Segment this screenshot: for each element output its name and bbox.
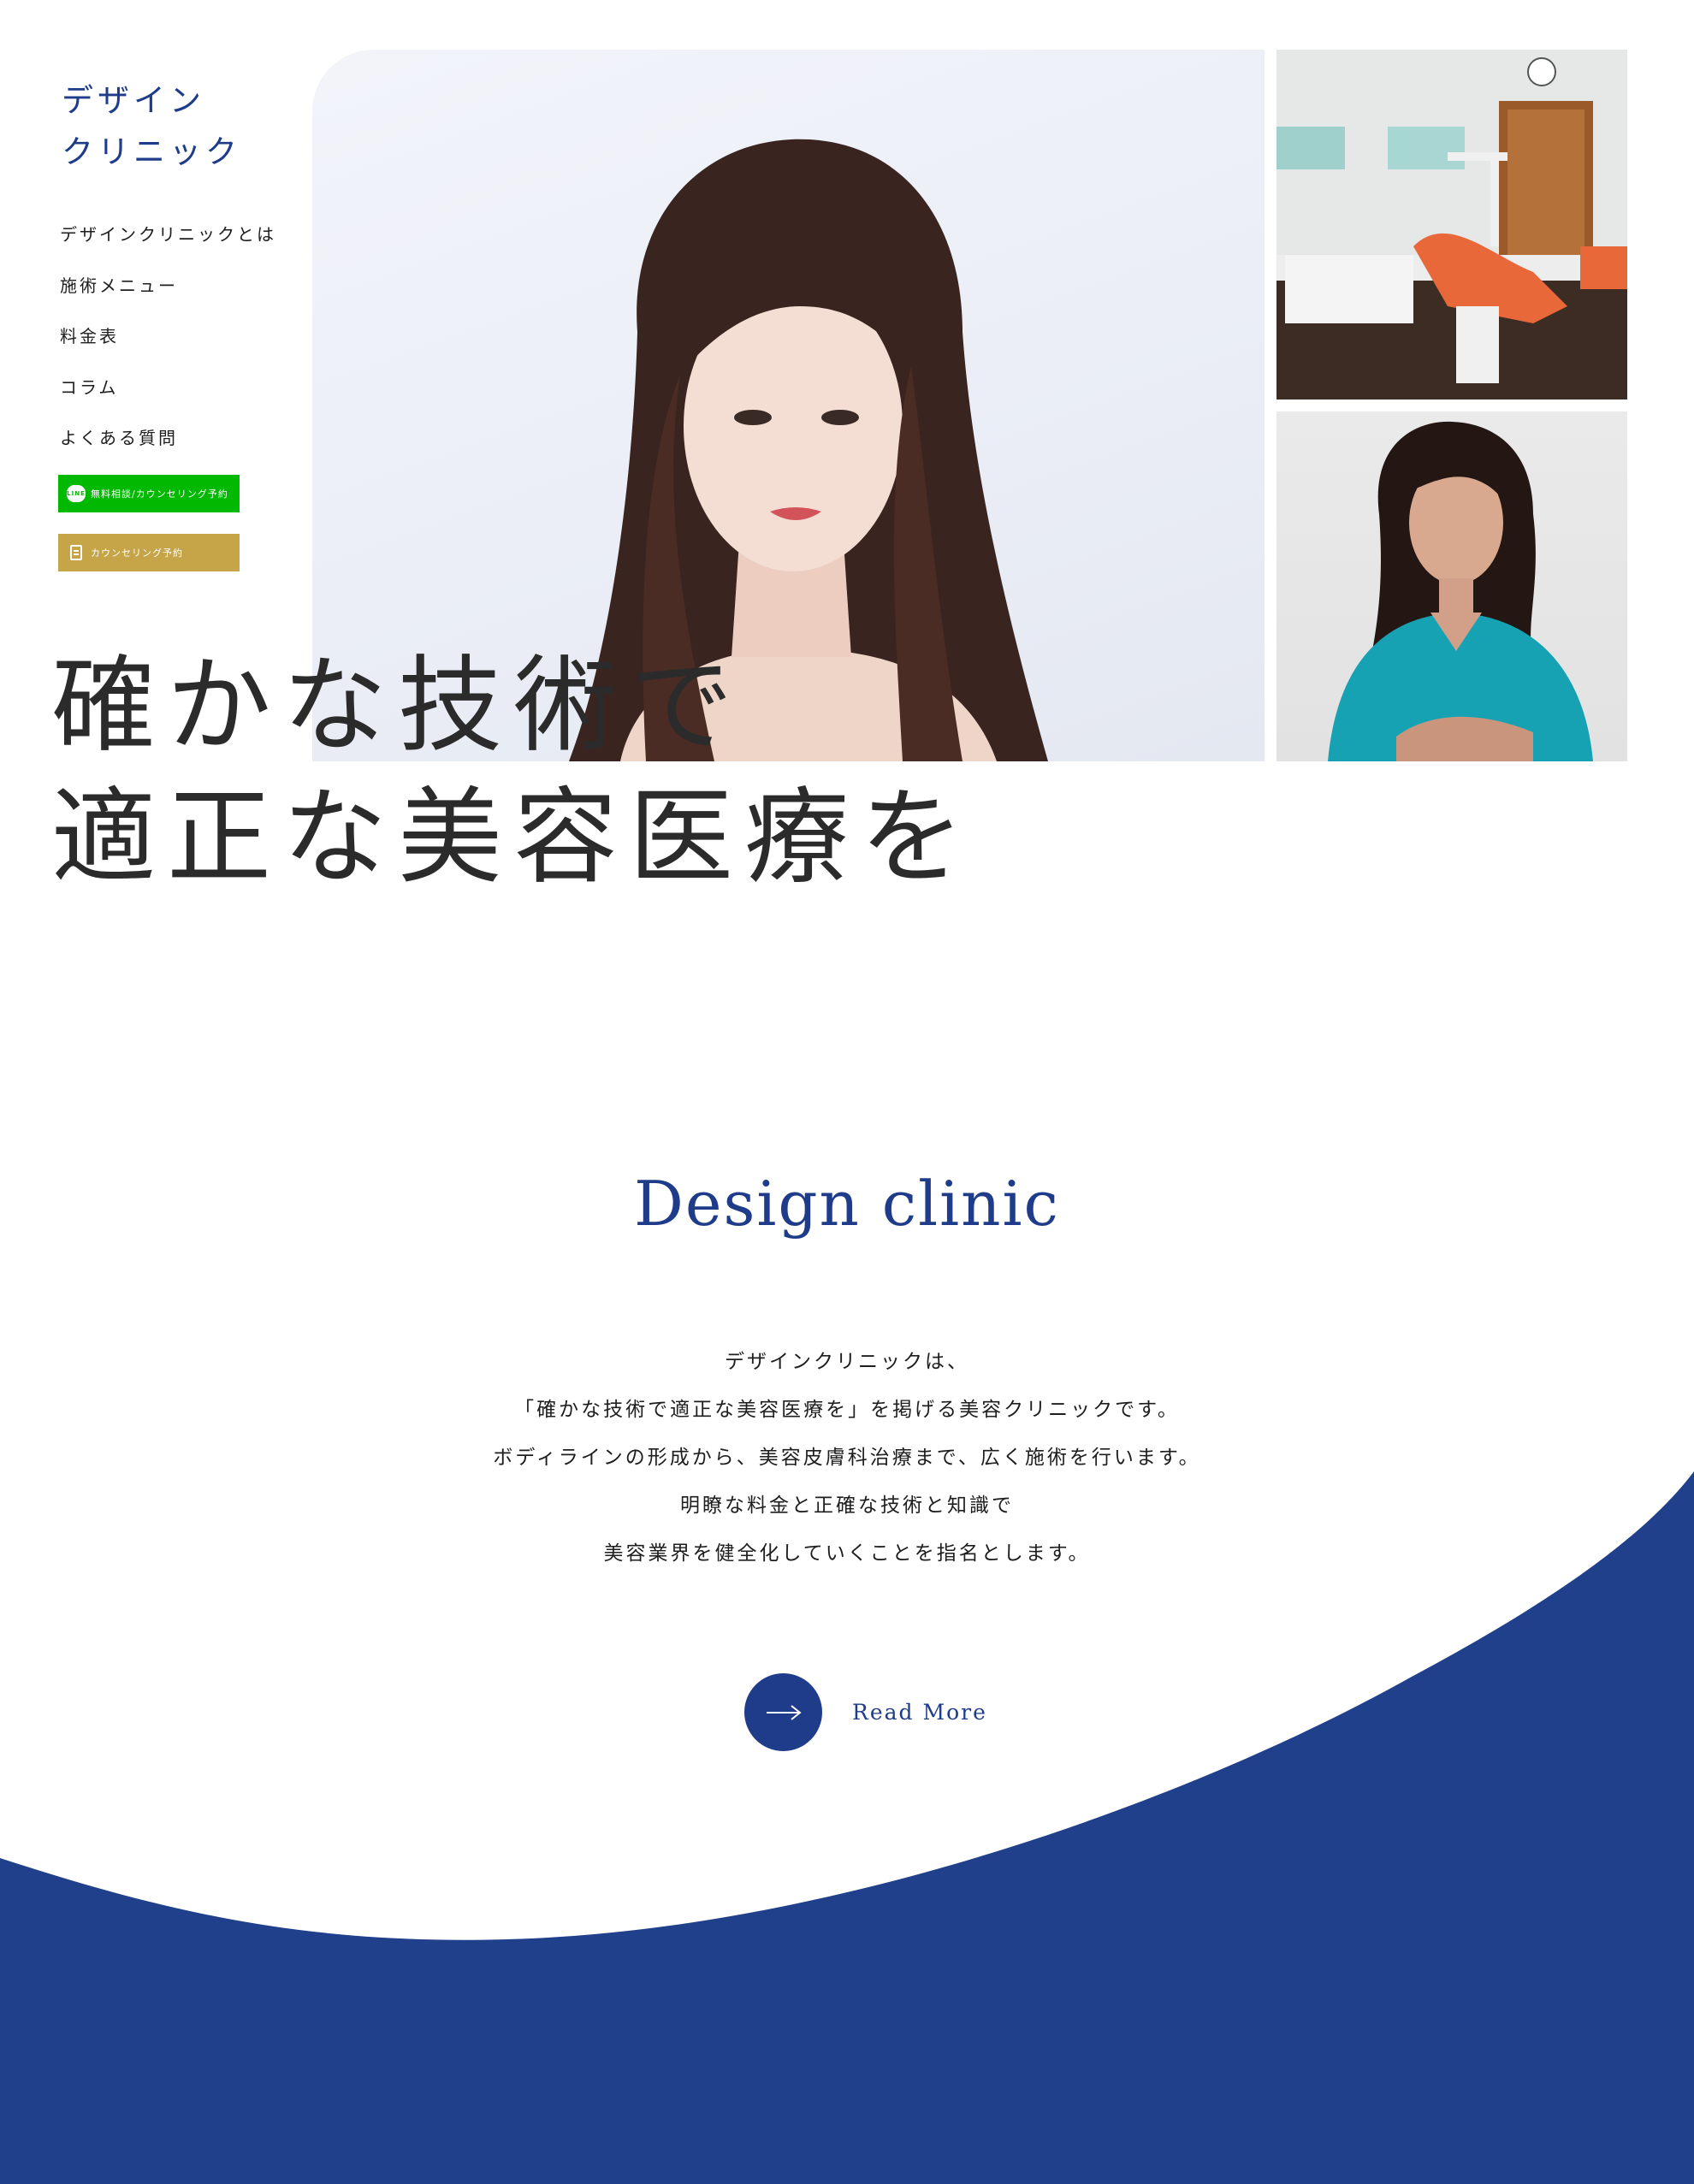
arrow-right-icon [766, 1704, 802, 1720]
counseling-reserve-button[interactable]: カウンセリング予約 [58, 534, 240, 571]
intro-description: デザインクリニックは、 「確かな技術で適正な美容医療を」を掲げる美容クリニックで… [0, 1338, 1694, 1577]
intro-line: 明瞭な料金と正確な技術と知識で [680, 1494, 1014, 1517]
intro-line: 「確かな技術で適正な美容医療を」を掲げる美容クリニックです。 [514, 1399, 1180, 1421]
intro-line: 美容業界を健全化していくことを指名とします。 [603, 1542, 1091, 1565]
nav-item-faq[interactable]: よくある質問 [60, 421, 276, 472]
intro-line: ボディラインの形成から、美容皮膚科治療まで、広く施術を行います。 [493, 1447, 1201, 1469]
catch-line-2: 適正な美容医療を [51, 777, 975, 898]
nav-item-price[interactable]: 料金表 [60, 319, 276, 370]
hero-catch-copy: 確かな技術で 適正な美容医療を [51, 640, 975, 903]
line-consult-label: 無料相談/カウンセリング予約 [91, 488, 228, 500]
clinic-logo[interactable]: デザイン クリニック [62, 75, 241, 178]
logo-line-1: デザイン [62, 82, 205, 119]
doctor-illustration [1328, 421, 1593, 761]
nav-item-about[interactable]: デザインクリニックとは [60, 217, 276, 269]
read-more-link[interactable]: Read More [852, 1697, 987, 1728]
nav-item-menu[interactable]: 施術メニュー [60, 269, 276, 320]
intro-title: Design clinic [634, 1168, 1060, 1240]
catch-line-1: 確かな技術で [51, 645, 744, 766]
doctor-photo [1276, 411, 1627, 761]
sidebar-nav: デザインクリニックとは 施術メニュー 料金表 コラム よくある質問 [60, 217, 276, 472]
line-icon: LINE [67, 485, 86, 502]
counseling-reserve-label: カウンセリング予約 [91, 547, 183, 559]
dental-chair-illustration [1276, 50, 1627, 400]
clinic-interior-photo [1276, 50, 1627, 400]
nav-item-column[interactable]: コラム [60, 370, 276, 422]
read-more-button[interactable] [744, 1673, 822, 1751]
line-consult-button[interactable]: LINE 無料相談/カウンセリング予約 [58, 475, 240, 512]
document-icon [70, 545, 82, 560]
logo-line-2: クリニック [62, 133, 241, 170]
intro-line: デザインクリニックは、 [725, 1351, 969, 1373]
